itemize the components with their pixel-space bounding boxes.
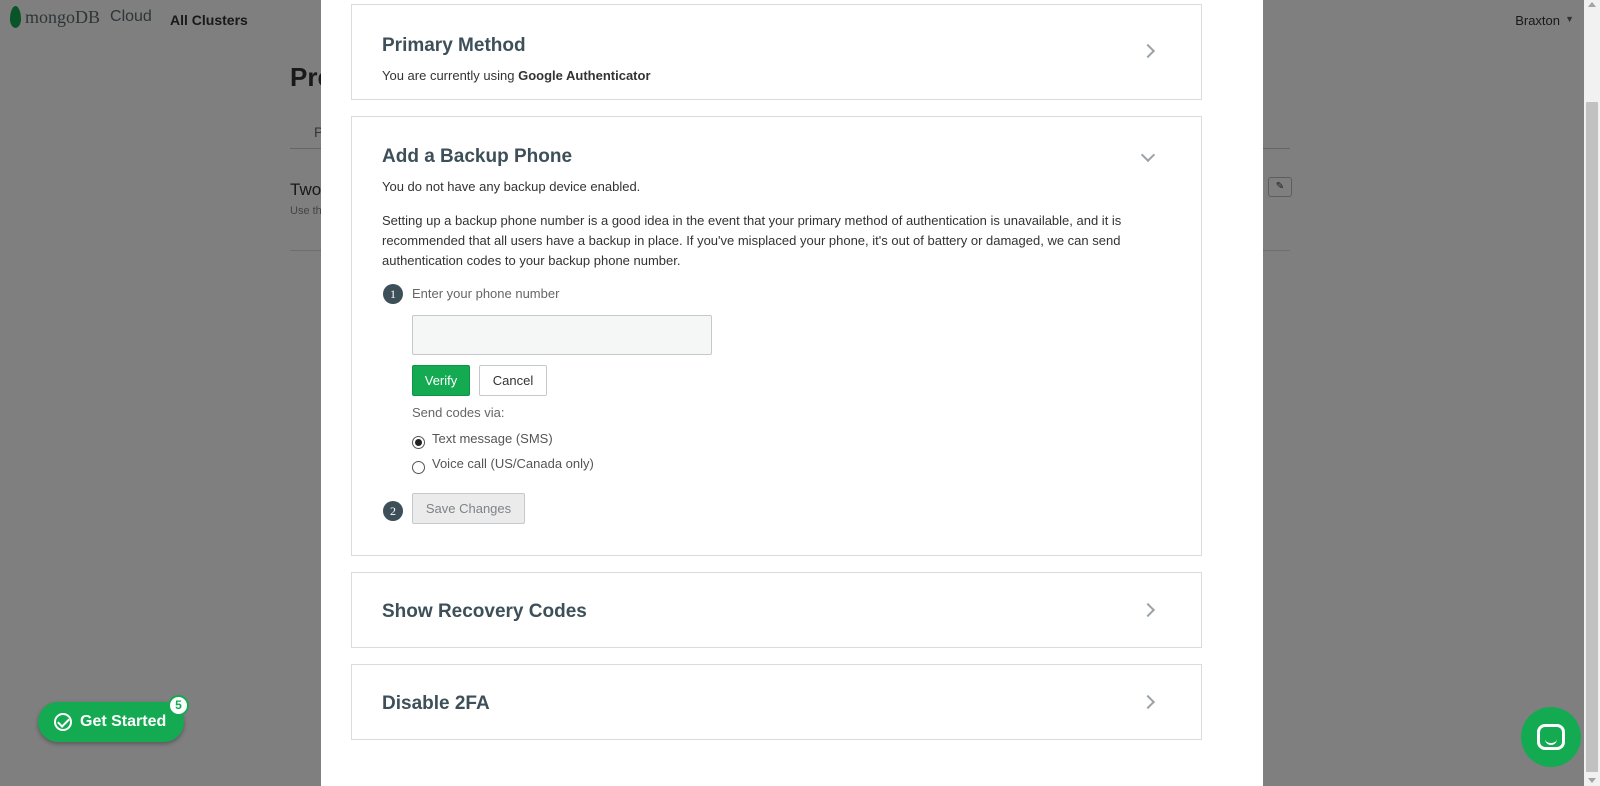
scrollbar[interactable]: [1584, 0, 1600, 786]
scroll-down-arrow-icon[interactable]: [1588, 778, 1596, 783]
voice-option-label[interactable]: Voice call (US/Canada only): [432, 454, 594, 474]
chat-icon: [1537, 724, 1565, 750]
save-changes-button[interactable]: Save Changes: [412, 493, 525, 524]
recovery-codes-card[interactable]: Show Recovery Codes: [351, 572, 1202, 648]
primary-method-prefix: You are currently using: [382, 68, 519, 83]
check-circle-icon: [54, 713, 72, 731]
chevron-down-icon[interactable]: [1140, 147, 1156, 163]
backup-phone-card: Add a Backup Phone You do not have any b…: [351, 116, 1202, 556]
sms-radio[interactable]: [412, 436, 425, 449]
cancel-button[interactable]: Cancel: [479, 365, 547, 396]
recovery-codes-title: Show Recovery Codes: [382, 601, 587, 622]
disable-2fa-title: Disable 2FA: [382, 693, 490, 714]
chat-button[interactable]: [1521, 707, 1581, 767]
chevron-right-icon[interactable]: [1140, 43, 1156, 59]
primary-method-card[interactable]: Primary Method You are currently using G…: [351, 4, 1202, 100]
verify-button[interactable]: Verify: [412, 365, 470, 396]
scrollbar-thumb[interactable]: [1586, 102, 1598, 772]
phone-number-label: Enter your phone number: [412, 286, 560, 301]
backup-phone-title[interactable]: Add a Backup Phone: [382, 146, 572, 168]
step-1-badge: 1: [383, 284, 403, 304]
send-codes-label: Send codes via:: [412, 405, 505, 420]
step-2-badge: 2: [383, 501, 403, 521]
backup-status-text: You do not have any backup device enable…: [382, 179, 641, 194]
backup-explanation: Setting up a backup phone number is a go…: [382, 213, 1122, 268]
voice-radio[interactable]: [412, 461, 425, 474]
get-started-label: Get Started: [80, 713, 167, 730]
get-started-count-badge: 5: [168, 695, 189, 716]
primary-method-value: Google Authenticator: [518, 68, 651, 83]
two-factor-modal: Primary Method You are currently using G…: [321, 0, 1263, 786]
chevron-right-icon[interactable]: [1140, 602, 1156, 618]
primary-method-description: You are currently using Google Authentic…: [382, 66, 651, 86]
get-started-button[interactable]: Get Started: [38, 702, 184, 742]
chevron-right-icon[interactable]: [1140, 694, 1156, 710]
sms-option-label[interactable]: Text message (SMS): [432, 429, 553, 449]
primary-method-title: Primary Method: [382, 35, 526, 56]
scroll-up-arrow-icon[interactable]: [1588, 2, 1596, 7]
phone-number-input[interactable]: [412, 315, 712, 355]
disable-2fa-card[interactable]: Disable 2FA: [351, 664, 1202, 740]
